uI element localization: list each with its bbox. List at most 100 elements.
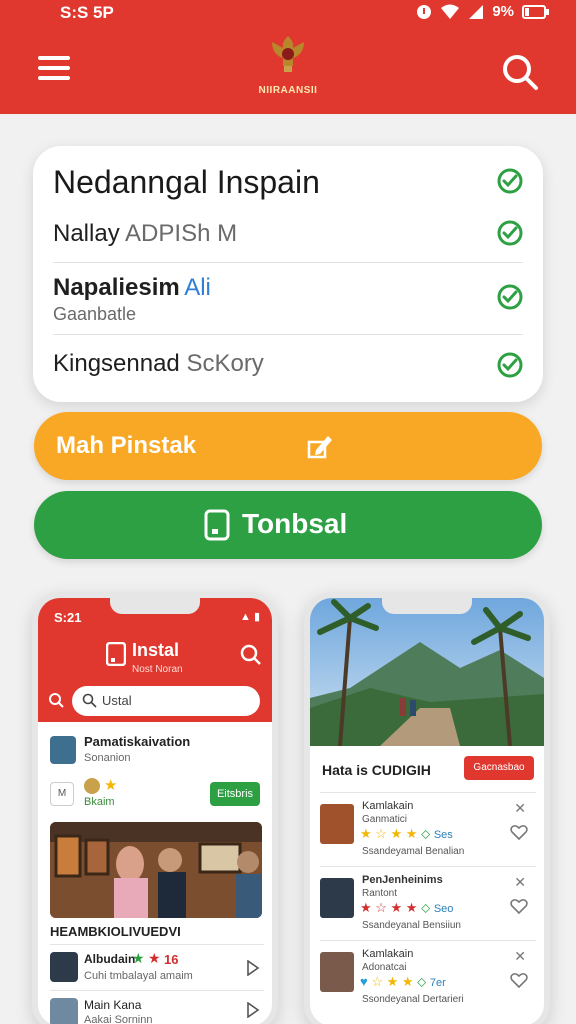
phone-mockup-left: S:21 ▲ ▮ Instal Nost Noran Ustal Pamatis… xyxy=(32,592,278,1024)
divider xyxy=(50,944,264,945)
orange-button-label: Mah Pinstak xyxy=(56,432,197,459)
phone-left-search-field[interactable]: Ustal xyxy=(72,686,260,716)
list-item[interactable]: PenJenheinims Rantont ★ ☆ ★ ★ ⬦ Seo Ssan… xyxy=(320,872,536,938)
play-icon[interactable] xyxy=(246,1002,260,1018)
phone-right-header: Hata is CUDIGIH xyxy=(322,762,431,778)
item-thumbnail xyxy=(320,952,354,992)
item-title: Kamlakain xyxy=(362,800,414,812)
phone-left-status-icons: ▲ ▮ xyxy=(240,611,260,623)
check-icon[interactable] xyxy=(497,284,523,310)
search-icon[interactable] xyxy=(500,52,540,92)
item-thumbnail xyxy=(320,804,354,844)
item-title: Albudain xyxy=(84,952,136,966)
card-row-3[interactable]: Kingsennad SсKory xyxy=(53,350,523,382)
star-icon: ★ xyxy=(148,950,162,966)
item-subtitle: Aakai Sorninn xyxy=(84,1014,153,1024)
item-rating: Seo xyxy=(433,903,454,915)
phone-notch xyxy=(382,598,472,614)
card-row-2[interactable]: Napaliesim Ali Gaanbatle xyxy=(53,274,523,328)
item-title: PenJenheinims xyxy=(362,874,443,886)
item-subtitle: Sonanion xyxy=(84,752,131,764)
heart-icon[interactable] xyxy=(510,824,528,840)
divider xyxy=(320,940,536,941)
rating-block: ★ Bkaim xyxy=(84,776,154,814)
search-icon[interactable] xyxy=(240,644,262,666)
phone-left-time: S:21 xyxy=(54,610,82,625)
close-icon[interactable]: ✕ xyxy=(514,948,526,965)
divider xyxy=(53,334,523,335)
row-2-sub: Gaanbatle xyxy=(53,304,137,324)
card-title: Nedanngal Inspain xyxy=(53,164,320,200)
item-rating: 7er xyxy=(429,977,446,989)
signal-icon xyxy=(469,4,484,19)
green-action-button[interactable]: Tonbsal xyxy=(34,491,542,559)
rating-stars: ★ ☆ ★ ★ ⬦ Seo xyxy=(360,900,454,915)
list-item[interactable]: Kamlakain Ganmatici ★ ☆ ★ ★ ⬦ Ses Ssande… xyxy=(320,798,536,864)
row-1-secondary: ADPISh M xyxy=(125,220,238,247)
status-bar: S:S 5P 9% xyxy=(0,0,576,26)
divider xyxy=(320,792,536,793)
row-2-main: Napaliesim xyxy=(53,274,180,301)
photo-caption: HEAMBKIOLIVUEDVI xyxy=(50,924,181,939)
phone-left-header: S:21 ▲ ▮ Instal Nost Noran Ustal xyxy=(38,598,272,722)
landscape-image xyxy=(310,598,544,746)
item-subtitle: Ganmatici xyxy=(362,814,408,825)
item-description: Ssandeyanal Bensiiun xyxy=(362,920,461,931)
heart-icon[interactable] xyxy=(510,972,528,988)
status-icons: 9% xyxy=(416,3,550,20)
list-item[interactable]: Main Kana Aakai Sorninn xyxy=(50,996,264,1024)
orange-action-button[interactable]: Mah Pinstak xyxy=(34,412,542,480)
phone-left-green-button[interactable]: Eitsbris xyxy=(210,782,260,806)
row-2-accent: Ali xyxy=(184,274,211,301)
item-description: Ssandeyamal Benalian xyxy=(362,846,465,857)
edit-icon xyxy=(307,436,332,459)
star-icon: ★ xyxy=(132,950,146,966)
item-thumbnail xyxy=(50,952,78,982)
item-description: Ssondeyanal Dertarieri xyxy=(362,994,464,1005)
check-icon[interactable] xyxy=(497,168,523,194)
red-button-label: Gacnasbao xyxy=(473,762,525,773)
phone-app-icon xyxy=(106,642,126,666)
rating-stars: ★ ☆ ★ ★ ⬦ Ses xyxy=(360,826,453,841)
item-thumbnail xyxy=(50,736,76,764)
phone-notch xyxy=(110,598,200,614)
list-item[interactable]: Pamatiskaivation Sonanion xyxy=(50,732,264,772)
item-action-row: M ★ Bkaim Eitsbris xyxy=(50,776,264,814)
m-badge: M xyxy=(50,782,74,806)
app-logo: NIIRAANSII xyxy=(256,32,320,102)
green-button-label: Tonbsal xyxy=(242,508,348,539)
item-thumbnail xyxy=(50,998,78,1024)
phone-mockup-right: Hata is CUDIGIH Gacnasbao Kamlakain Ganm… xyxy=(304,592,550,1024)
search-icon xyxy=(49,693,64,708)
divider xyxy=(320,866,536,867)
card-row-1[interactable]: Nallay ADPISh M xyxy=(53,220,523,250)
item-subtitle: Adonatcai xyxy=(362,962,407,973)
battery-percent: 9% xyxy=(492,3,514,20)
list-item[interactable]: Kamlakain Adonatcai ♥ ☆ ★ ★ ⬦ 7er Ssonde… xyxy=(320,946,536,1012)
item-subtitle: Rantont xyxy=(362,888,398,899)
logo-text: NIIRAANSII xyxy=(258,85,318,96)
divider xyxy=(50,990,264,991)
status-time: S:S 5P xyxy=(60,3,114,22)
list-item[interactable]: Albudain ★ ★ 16 Cuhi tmbalayal amaim xyxy=(50,950,264,988)
tablet-icon xyxy=(204,509,230,541)
close-icon[interactable]: ✕ xyxy=(514,874,526,891)
search-icon xyxy=(82,693,97,708)
menu-icon[interactable] xyxy=(38,56,70,82)
item-thumbnail xyxy=(320,878,354,918)
alarm-icon xyxy=(417,4,432,19)
item-subtitle: Cuhi tmbalayal amaim xyxy=(84,970,193,982)
item-rating: 16 xyxy=(164,952,179,967)
item-rating: Ses xyxy=(433,829,453,841)
play-icon[interactable] xyxy=(246,960,260,976)
star-icon: ★ xyxy=(104,777,118,794)
phone-right-red-button[interactable]: Gacnasbao xyxy=(464,756,534,780)
rating-label: Bkaim xyxy=(84,796,115,808)
check-icon[interactable] xyxy=(497,220,523,246)
rating-stars: ♥ ☆ ★ ★ ⬦ 7er xyxy=(360,974,446,989)
check-icon[interactable] xyxy=(497,352,523,378)
avatar xyxy=(84,778,100,794)
close-icon[interactable]: ✕ xyxy=(514,800,526,817)
item-title: Pamatiskaivation xyxy=(84,734,191,749)
heart-icon[interactable] xyxy=(510,898,528,914)
